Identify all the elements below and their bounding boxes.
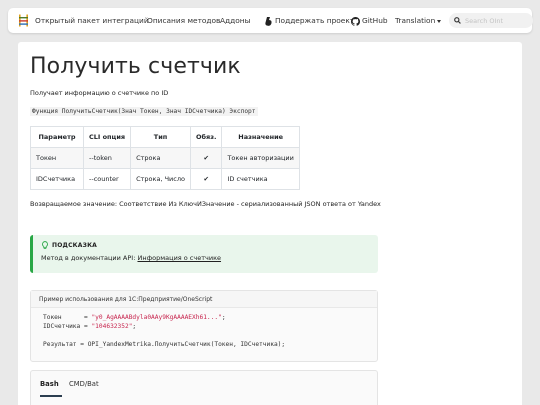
search-icon: [454, 17, 461, 24]
lightbulb-icon: [42, 241, 48, 249]
table-header: CLI опция: [82, 126, 132, 148]
table-cell: ID счетчика: [221, 168, 300, 190]
table-header: Параметр: [30, 126, 84, 148]
code-string: "y0_AgAAAABdyla0AAy9KgAAAAEXh61...": [91, 314, 222, 321]
nav-link-github-label: GitHub: [362, 16, 388, 25]
nav-link-support-label: Поддержать проект: [275, 16, 355, 25]
table-cell: Токен: [30, 147, 84, 169]
table-cell: Строка: [130, 147, 191, 169]
table-cell: --token: [82, 147, 132, 169]
nav-link-github[interactable]: GitHub: [351, 16, 388, 26]
tip-admonition: ПОДСКАЗКА Метод в документации API: Инфо…: [30, 235, 378, 273]
table-header: Назначение: [221, 126, 300, 148]
active-tab-indicator: [40, 395, 62, 397]
boosty-icon: [265, 16, 272, 26]
code-block[interactable]: Токен = "y0_AgAAAABdyla0AAy9KgAAAAEXh61.…: [31, 308, 377, 356]
page-description: Получает информацию о счетчике по ID: [30, 89, 169, 97]
tip-text: Метод в документации API:: [41, 254, 138, 262]
tip-body: Метод в документации API: Информация о с…: [41, 254, 370, 262]
tip-header: ПОДСКАЗКА: [41, 241, 370, 250]
ladder-logo-icon[interactable]: [18, 14, 29, 27]
code-example-title: Пример использования для 1С:Предприятие/…: [31, 291, 377, 308]
cli-tabs: Bash CMD/Bat: [30, 370, 378, 405]
nav-link-integrations[interactable]: Открытый пакет интеграций: [35, 16, 149, 25]
tip-title: ПОДСКАЗКА: [52, 242, 98, 249]
code-call: Результат = OPI_YandexMetrika.ПолучитьСч…: [43, 340, 286, 348]
tab-bash[interactable]: Bash: [40, 380, 59, 388]
github-icon: [351, 16, 360, 26]
nav-link-addons[interactable]: Аддоны: [220, 16, 250, 25]
nav-link-support[interactable]: Поддержать проект: [265, 16, 354, 26]
table-cell: Токен авторизации: [221, 147, 300, 169]
code-punct: ;: [221, 314, 226, 321]
code-var: Токен =: [43, 314, 92, 321]
content-card: Получить счетчик Получает информацию о с…: [18, 42, 522, 405]
parameters-table: Параметр CLI опция Тип Обяз. Назначение …: [30, 126, 300, 190]
table-header: Тип: [130, 126, 191, 148]
function-signature: Функция ПолучитьСчетчик(Знач Токен, Знач…: [30, 107, 258, 116]
code-punct: ;: [132, 322, 137, 330]
table-cell: Строка, Число: [130, 168, 191, 190]
nav-link-methods[interactable]: Описания методов: [147, 16, 220, 25]
page-title: Получить счетчик: [30, 54, 241, 79]
translation-dropdown[interactable]: Translation: [395, 16, 442, 25]
api-docs-link[interactable]: Информация о счетчике: [137, 254, 221, 262]
translation-label: Translation: [395, 16, 436, 25]
check-icon: ✔: [189, 147, 223, 169]
table-row: IDСчетчика --counter Строка, Число ✔ ID …: [30, 168, 300, 190]
table-cell: --counter: [82, 168, 132, 190]
top-navbar: Открытый пакет интеграций Описания метод…: [8, 8, 533, 33]
search-input[interactable]: [465, 16, 531, 25]
table-cell: IDСчетчика: [30, 168, 84, 190]
table-header: Обяз.: [189, 126, 223, 148]
check-icon: ✔: [189, 168, 223, 190]
code-var: IDСчетчика =: [43, 322, 92, 330]
tab-cmd-bat[interactable]: CMD/Bat: [69, 380, 99, 388]
table-row: Токен --token Строка ✔ Токен авторизации: [30, 147, 300, 169]
code-example: Пример использования для 1С:Предприятие/…: [30, 290, 378, 362]
code-string: "104632352": [91, 322, 133, 330]
search-box[interactable]: [449, 13, 533, 28]
return-value-text: Возвращаемое значение: Соответствие Из К…: [30, 200, 381, 208]
caret-down-icon: [437, 19, 442, 23]
